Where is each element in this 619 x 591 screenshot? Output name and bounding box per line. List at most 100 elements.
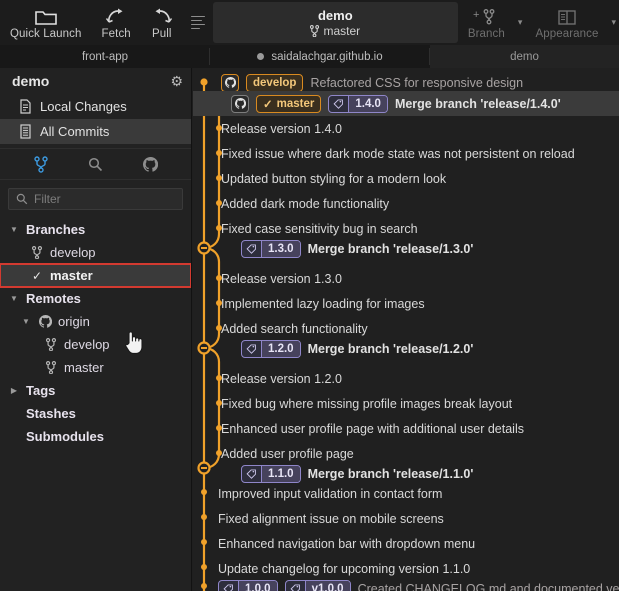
chevron-right-icon[interactable]: ▶ [8, 386, 20, 395]
commit-message: Improved input validation in contact for… [218, 486, 443, 501]
tag-label: 1.1.0 [261, 465, 300, 482]
tree-group-submodules[interactable]: Submodules [0, 425, 191, 448]
commit-row[interactable]: 1.0.0 v1.0.0 Created CHANGELOG.md and do… [193, 576, 619, 591]
tag-chip[interactable]: 1.1.0 [241, 464, 301, 483]
appearance-chevron-down-icon[interactable]: ▾ [608, 17, 619, 28]
commit-message: Enhanced navigation bar with dropdown me… [218, 536, 476, 551]
branches-tree: ▼ Branches develop ✓ master ▼ Remotes ▼ [0, 216, 191, 448]
commit-message: Merge branch 'release/1.2.0' [307, 341, 474, 356]
fetch-button[interactable]: Fetch [92, 0, 141, 45]
commit-row[interactable]: Release version 1.2.0 [193, 366, 619, 391]
sidebar: demo ⚙ Local Changes All Commits Filter … [0, 68, 192, 591]
github-tab[interactable] [142, 156, 158, 172]
tree-label: Remotes [26, 291, 81, 306]
filter-container [0, 180, 191, 216]
tab-demo[interactable]: demo [430, 45, 619, 68]
commit-rows: develop Refactored CSS for responsive de… [193, 68, 619, 591]
branch-button[interactable]: + Branch [458, 0, 515, 45]
commit-row[interactable]: Fixed bug where missing profile images b… [193, 391, 619, 416]
tree-remote-branch-master[interactable]: master [0, 356, 191, 379]
appearance-button[interactable]: Appearance [525, 0, 608, 45]
tag-chip[interactable]: 1.2.0 [241, 339, 301, 358]
git-branch-icon [310, 24, 320, 37]
check-icon: ✓ [263, 98, 273, 111]
tree-remote-origin[interactable]: ▼ origin [0, 310, 191, 333]
tree-branch-develop[interactable]: develop [0, 241, 191, 264]
tag-chip[interactable]: 1.4.0 [328, 94, 388, 113]
chevron-down-icon[interactable]: ▼ [8, 225, 20, 234]
quick-launch-label: Quick Launch [10, 27, 82, 40]
sidebar-repo-title: demo [12, 73, 50, 89]
commit-row[interactable]: Implemented lazy loading for images [193, 291, 619, 316]
github-icon [231, 94, 249, 113]
commit-row[interactable]: Added dark mode functionality [193, 191, 619, 216]
tag-icon [242, 466, 261, 482]
layout-icon [556, 6, 578, 26]
main-toolbar: Quick Launch Fetch Pull demo master + Br… [0, 0, 619, 45]
tag-chip[interactable]: 1.0.0 [218, 579, 278, 591]
tree-group-branches[interactable]: ▼ Branches [0, 218, 191, 241]
tree-remote-branch-develop[interactable]: develop [0, 333, 191, 356]
filter-box[interactable] [8, 188, 183, 210]
quick-launch-button[interactable]: Quick Launch [0, 0, 92, 45]
add-branch-icon: + [473, 6, 499, 26]
github-icon [221, 73, 239, 92]
branches-tab[interactable] [33, 155, 48, 173]
filter-input[interactable] [34, 192, 175, 206]
tree-branch-master[interactable]: ✓ master [0, 263, 191, 288]
tag-label: 1.0.0 [238, 580, 277, 591]
tag-chip[interactable]: 1.3.0 [241, 239, 301, 258]
commit-message: Fixed case sensitivity bug in search [221, 221, 418, 236]
commit-row[interactable]: Release version 1.3.0 [193, 266, 619, 291]
gear-icon[interactable]: ⚙ [170, 74, 183, 88]
commit-row[interactable]: Fixed issue where dark mode state was no… [193, 141, 619, 166]
branch-label-chip[interactable]: develop [246, 73, 304, 92]
tab-label: demo [510, 50, 539, 63]
chevron-down-icon[interactable]: ▼ [8, 294, 20, 303]
commit-row[interactable]: Enhanced navigation bar with dropdown me… [193, 531, 619, 556]
branch-label-chip[interactable]: ✓ master [256, 94, 322, 113]
sidebar-item-label: Local Changes [40, 99, 127, 114]
branch-chevron-down-icon[interactable]: ▾ [515, 17, 526, 28]
tag-icon [242, 341, 261, 357]
fetch-label: Fetch [101, 27, 131, 40]
github-icon [38, 315, 52, 328]
tree-group-remotes[interactable]: ▼ Remotes [0, 287, 191, 310]
search-tab[interactable] [88, 157, 103, 172]
tree-label: origin [58, 314, 90, 329]
tag-chip[interactable]: v1.0.0 [284, 579, 351, 591]
commit-row[interactable]: Updated button styling for a modern look [193, 166, 619, 191]
commit-row[interactable]: Improved input validation in contact for… [193, 481, 619, 506]
fetch-icon [105, 6, 127, 26]
tree-group-stashes[interactable]: Stashes [0, 402, 191, 425]
sidebar-item-all-commits[interactable]: All Commits [0, 119, 191, 144]
tab-saidalachgar-github-io[interactable]: saidalachgar.github.io [210, 45, 430, 68]
tag-label: 1.2.0 [261, 340, 300, 357]
chevron-down-icon[interactable]: ▼ [20, 317, 32, 326]
commit-row[interactable]: 1.3.0 Merge branch 'release/1.3.0' [193, 236, 619, 261]
tree-label: develop [50, 245, 96, 260]
pull-button[interactable]: Pull [141, 0, 183, 45]
tab-label: saidalachgar.github.io [271, 50, 383, 63]
tag-label: 1.3.0 [261, 240, 300, 257]
commit-message: Release version 1.3.0 [221, 271, 342, 286]
sidebar-toggle-icon[interactable] [183, 15, 213, 30]
branch-label: Branch [467, 27, 505, 40]
commit-message: Fixed issue where dark mode state was no… [221, 146, 575, 161]
branch-chip-label: develop [253, 76, 297, 89]
commit-list-panel[interactable]: develop Refactored CSS for responsive de… [193, 68, 619, 591]
commit-row[interactable]: Release version 1.4.0 [193, 116, 619, 141]
tag-label: 1.4.0 [348, 95, 387, 112]
tree-label: master [64, 360, 104, 375]
commit-row[interactable]: ✓ master 1.4.0 Merge branch 'release/1.4… [193, 91, 619, 116]
repository-selector[interactable]: demo master [212, 2, 458, 43]
sidebar-item-local-changes[interactable]: Local Changes [0, 94, 191, 119]
commit-row[interactable]: Enhanced user profile page with addition… [193, 416, 619, 441]
tree-group-tags[interactable]: ▶ Tags [0, 379, 191, 402]
commit-row[interactable]: Fixed alignment issue on mobile screens [193, 506, 619, 531]
git-branch-icon [44, 338, 58, 351]
tag-icon [219, 581, 238, 591]
current-branch-label: master [323, 23, 361, 38]
tab-front-app[interactable]: front-app [0, 45, 210, 68]
commit-row[interactable]: 1.2.0 Merge branch 'release/1.2.0' [193, 336, 619, 361]
